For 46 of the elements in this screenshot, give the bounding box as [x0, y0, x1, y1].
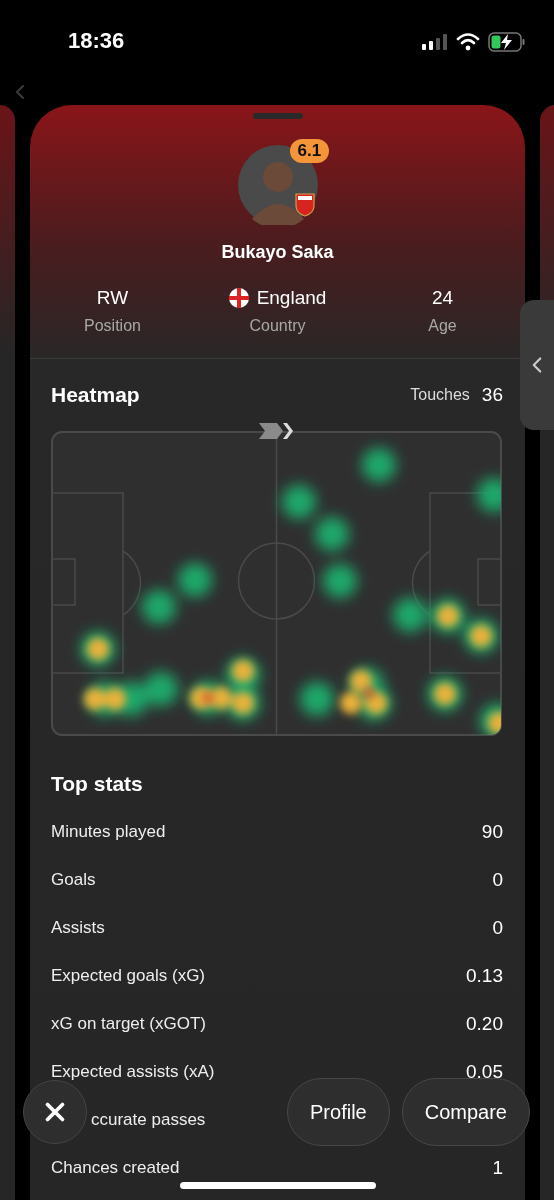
info-label: Position [84, 317, 141, 335]
heat-spot [142, 590, 176, 624]
wifi-icon [456, 33, 480, 51]
heat-spot [300, 682, 334, 716]
info-label: Age [428, 317, 457, 335]
player-name: Bukayo Saka [220, 242, 335, 263]
stat-label: ccurate passes [91, 1110, 206, 1130]
heat-spot [178, 563, 212, 597]
rating-badge: 6.1 [289, 139, 330, 163]
stat-label: Expected assists (xA) [51, 1062, 215, 1082]
stat-value: 90 [481, 821, 503, 843]
attack-direction-icon [259, 421, 295, 441]
heat-spot [477, 478, 501, 512]
stat-value: 0 [492, 917, 503, 939]
info-label: Country [249, 317, 306, 335]
signal-icon [422, 34, 448, 50]
battery-charging-icon [488, 32, 526, 52]
heat-spot [144, 672, 178, 706]
heat-spot [362, 448, 396, 482]
touches-label: Touches [410, 386, 470, 404]
heat-spot [315, 517, 349, 551]
stat-label: Goals [51, 870, 96, 890]
heat-spot [323, 564, 357, 598]
stat-value: 0 [492, 869, 503, 891]
side-panel-tab[interactable] [520, 300, 554, 430]
sheet-handle[interactable] [252, 113, 303, 119]
stat-value: 0.13 [466, 965, 503, 987]
top-stats-title: Top stats [51, 772, 144, 796]
stat-value: 1 [492, 1157, 503, 1179]
club-crest-icon [294, 193, 315, 217]
status-time: 18:36 [68, 28, 125, 54]
stat-label: xG on target (xGOT) [51, 1014, 206, 1034]
heat-spot [282, 485, 316, 519]
heatmap-title: Heatmap [51, 383, 140, 407]
stat-label: Chances created [51, 1158, 180, 1178]
stat-label: Minutes played [51, 822, 166, 842]
stat-value: 0.20 [466, 1013, 503, 1035]
stat-label: Expected goals (xG) [51, 966, 205, 986]
action-button[interactable]: Compare [401, 1078, 530, 1146]
info-value: 24 [431, 287, 454, 309]
flag-icon [228, 288, 249, 308]
stat-label: Assists [51, 918, 105, 938]
info-value: England [256, 287, 327, 309]
info-value: RW [96, 287, 129, 309]
touches-value: 36 [481, 384, 503, 406]
heat-spot [393, 598, 427, 632]
